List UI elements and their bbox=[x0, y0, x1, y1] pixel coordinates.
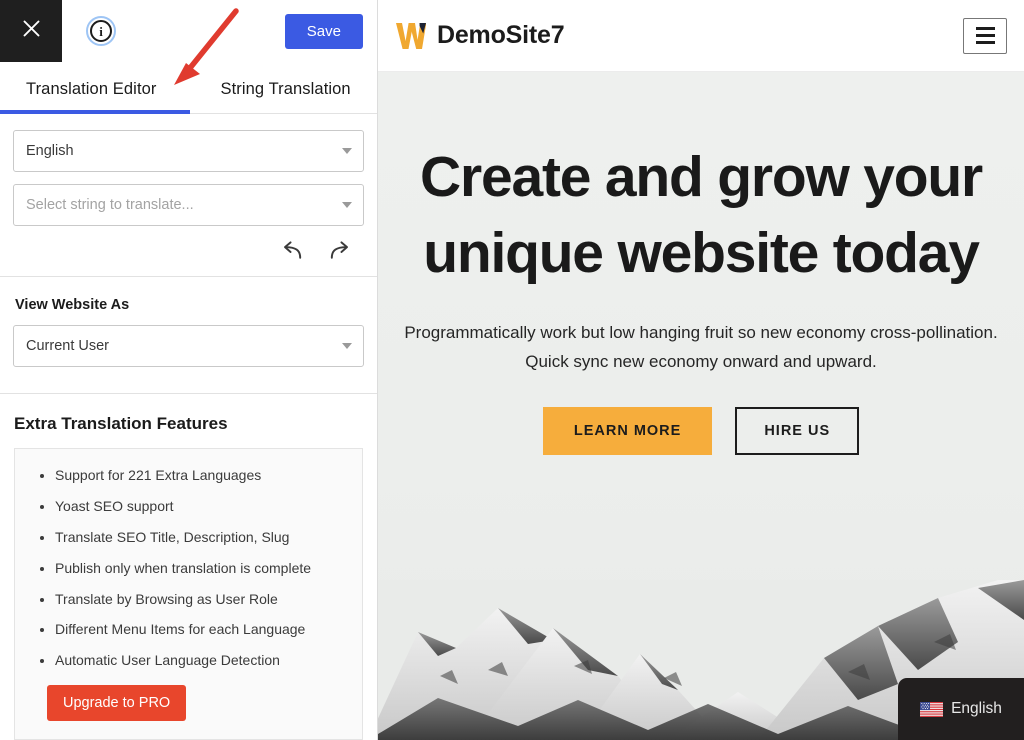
extra-features-list: Support for 221 Extra Languages Yoast SE… bbox=[55, 467, 352, 669]
hamburger-menu-button[interactable] bbox=[963, 17, 1007, 54]
translation-editor-screen: i Save Translation Editor String Transla… bbox=[0, 0, 1024, 740]
extra-features-section: Extra Translation Features Support for 2… bbox=[0, 394, 377, 740]
site-header: DemoSite7 bbox=[378, 0, 1024, 72]
view-as-select[interactable]: Current User bbox=[13, 325, 364, 368]
hero-cta-group: LEARN MORE HIRE US bbox=[378, 407, 1024, 456]
list-item: Automatic User Language Detection bbox=[55, 652, 352, 669]
site-preview: DemoSite7 Create and grow your unique we… bbox=[378, 0, 1024, 740]
close-button[interactable] bbox=[0, 0, 62, 63]
hero-paragraph: Programmatically work but low hanging fr… bbox=[404, 322, 998, 372]
list-item: Translate SEO Title, Description, Slug bbox=[55, 529, 352, 546]
tab-translation-editor[interactable]: Translation Editor bbox=[0, 80, 189, 115]
hero-section: Create and grow your unique website toda… bbox=[378, 72, 1024, 740]
info-icon: i bbox=[86, 16, 116, 47]
language-select-value: English bbox=[26, 143, 74, 160]
language-switcher-label: English bbox=[951, 700, 1002, 717]
hero-heading: Create and grow your unique website toda… bbox=[420, 145, 983, 285]
language-select[interactable]: English bbox=[13, 130, 364, 173]
save-button[interactable]: Save bbox=[284, 13, 363, 49]
extra-features-title: Extra Translation Features bbox=[14, 414, 228, 434]
sidebar-tabs: Translation Editor String Translation bbox=[0, 62, 377, 115]
site-name: DemoSite7 bbox=[437, 21, 565, 49]
learn-more-button[interactable]: LEARN MORE bbox=[542, 407, 713, 456]
tab-string-translation[interactable]: String Translation bbox=[221, 80, 351, 113]
translation-sidebar: i Save Translation Editor String Transla… bbox=[0, 0, 378, 740]
undo-button[interactable] bbox=[280, 240, 305, 262]
list-item: Translate by Browsing as User Role bbox=[55, 591, 352, 608]
list-item: Publish only when translation is complet… bbox=[55, 560, 352, 577]
info-button[interactable]: i bbox=[62, 0, 140, 62]
upgrade-to-pro-button[interactable]: Upgrade to PRO bbox=[47, 685, 187, 721]
view-website-as-section: View Website As Current User bbox=[0, 277, 377, 395]
string-select-placeholder: Select string to translate... bbox=[26, 197, 194, 214]
history-controls bbox=[13, 238, 364, 276]
us-flag-icon bbox=[920, 701, 944, 717]
redo-arrow-icon bbox=[327, 240, 352, 262]
chevron-down-icon bbox=[342, 148, 352, 155]
view-website-as-label: View Website As bbox=[15, 297, 130, 314]
list-item: Support for 221 Extra Languages bbox=[55, 467, 352, 484]
language-switcher[interactable]: English bbox=[898, 678, 1024, 740]
translation-controls-section: English Select string to translate... bbox=[0, 114, 377, 278]
chevron-down-icon bbox=[342, 202, 352, 209]
string-select[interactable]: Select string to translate... bbox=[13, 184, 364, 227]
hire-us-button[interactable]: HIRE US bbox=[735, 407, 860, 456]
redo-button[interactable] bbox=[327, 240, 352, 262]
extra-features-box: Support for 221 Extra Languages Yoast SE… bbox=[14, 448, 363, 740]
list-item: Yoast SEO support bbox=[55, 498, 352, 515]
info-icon-glyph: i bbox=[90, 20, 112, 43]
sidebar-topbar: i Save bbox=[0, 0, 377, 63]
view-as-select-value: Current User bbox=[26, 338, 109, 355]
undo-arrow-icon bbox=[280, 240, 305, 262]
hamburger-menu-icon bbox=[975, 27, 995, 44]
close-icon bbox=[21, 18, 42, 44]
chevron-down-icon bbox=[342, 343, 352, 350]
list-item: Different Menu Items for each Language bbox=[55, 621, 352, 638]
w-logo-icon bbox=[396, 22, 426, 49]
